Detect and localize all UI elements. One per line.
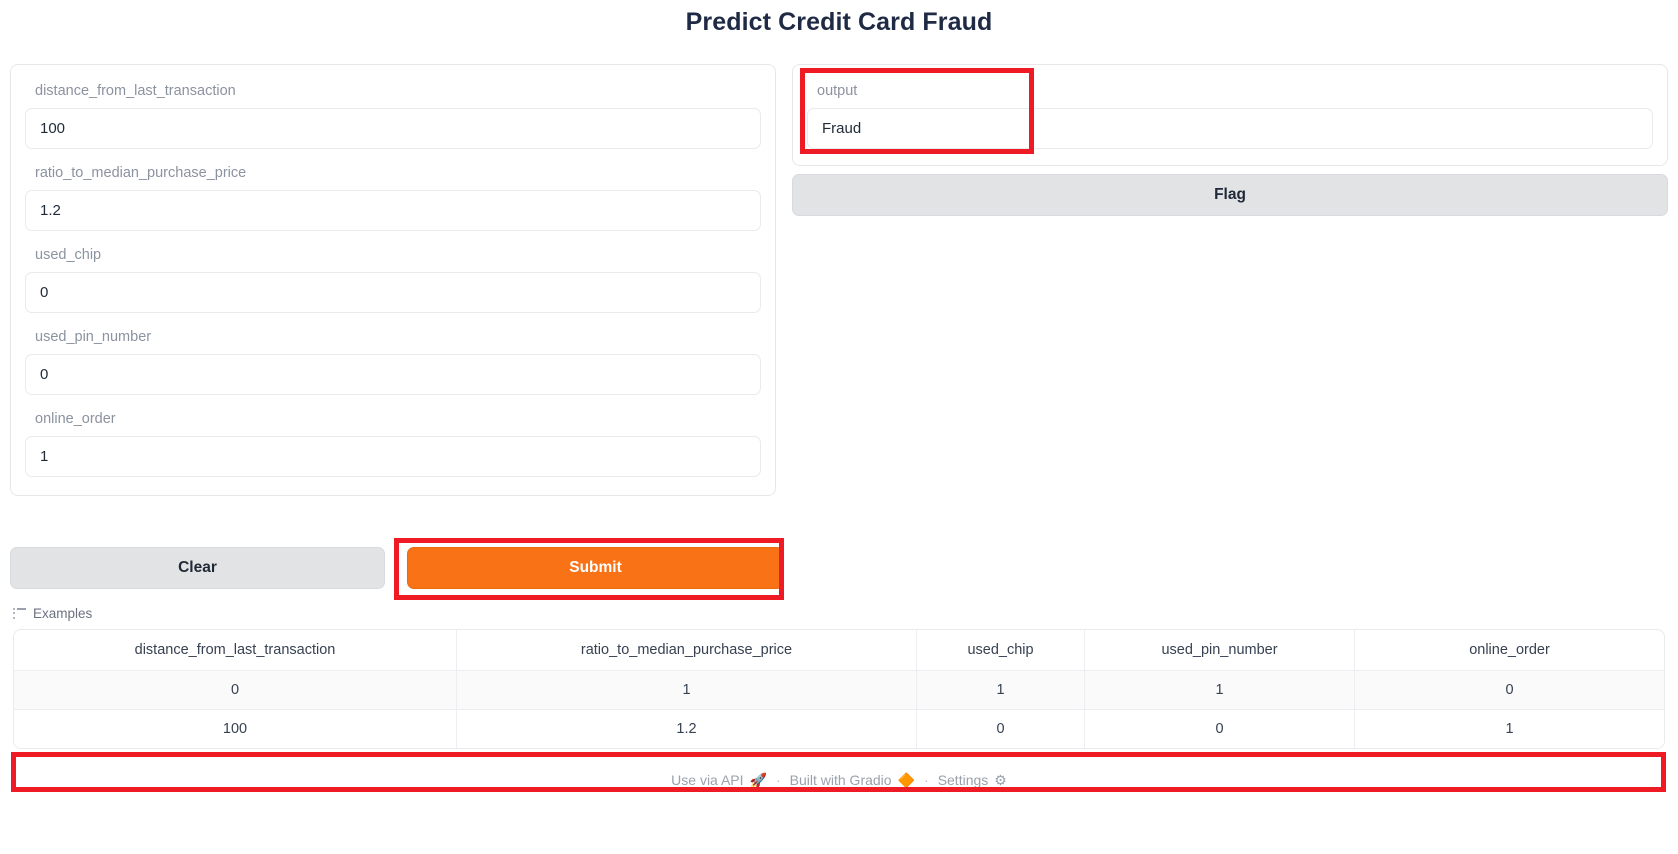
- gear-icon: ⚙: [994, 772, 1007, 788]
- output-label: output: [817, 83, 858, 99]
- inputs-column: distance_from_last_transaction 100 ratio…: [10, 64, 776, 496]
- cell-distance-from-last-transaction[interactable]: 0: [14, 670, 456, 709]
- examples-heading: Examples: [13, 606, 92, 621]
- table-row[interactable]: 0 1 1 1 0: [14, 670, 1664, 709]
- examples-table-body: 0 1 1 1 0 100 1.2 0 0 1: [14, 670, 1664, 748]
- used-chip-input[interactable]: 0: [25, 272, 761, 313]
- footer-separator: ·: [775, 772, 781, 788]
- gradio-logo-icon: 🔶: [897, 772, 916, 788]
- cell-used-chip[interactable]: 1: [916, 670, 1084, 709]
- cell-used-pin-number[interactable]: 0: [1084, 709, 1354, 748]
- field-online-order: online_order 1: [25, 409, 761, 477]
- column-header-ratio-to-median-purchase-price: ratio_to_median_purchase_price: [456, 630, 916, 670]
- built-with-gradio-label: Built with Gradio: [789, 772, 892, 788]
- submit-button[interactable]: Submit: [407, 547, 784, 589]
- inputs-panel: distance_from_last_transaction 100 ratio…: [10, 64, 776, 496]
- column-header-distance-from-last-transaction: distance_from_last_transaction: [134, 642, 336, 658]
- cell-used-pin-number[interactable]: 1: [1084, 670, 1354, 709]
- field-used-pin-number: used_pin_number 0: [25, 327, 761, 395]
- examples-table: distance_from_last_transaction ratio_to_…: [13, 629, 1665, 749]
- field-label: used_chip: [35, 247, 102, 263]
- clear-button[interactable]: Clear: [10, 547, 385, 589]
- cell-online-order[interactable]: 1: [1354, 709, 1664, 748]
- field-distance-from-last-transaction: distance_from_last_transaction 100: [25, 81, 761, 149]
- cell-ratio-to-median-purchase-price[interactable]: 1: [456, 670, 916, 709]
- field-used-chip: used_chip 0: [25, 245, 761, 313]
- output-value: Fraud: [807, 108, 1653, 149]
- cell-online-order[interactable]: 0: [1354, 670, 1664, 709]
- field-label: used_pin_number: [35, 329, 152, 345]
- field-label: ratio_to_median_purchase_price: [35, 165, 247, 181]
- footer-separator: ·: [924, 772, 929, 788]
- column-header-used-chip: used_chip: [916, 630, 1084, 670]
- built-with-gradio-link[interactable]: Built with Gradio 🔶: [790, 772, 915, 788]
- table-row[interactable]: 100 1.2 0 0 1: [14, 709, 1664, 748]
- cell-used-chip[interactable]: 0: [916, 709, 1084, 748]
- action-buttons-row: Clear Submit: [10, 547, 784, 589]
- column-header-used-pin-number: used_pin_number: [1084, 630, 1354, 670]
- flag-button-wrap: Flag: [792, 174, 1668, 216]
- rocket-icon: 🚀: [749, 772, 767, 788]
- column-header-online-order: online_order: [1354, 630, 1664, 670]
- table-header-row: distance_from_last_transaction ratio_to_…: [14, 630, 1664, 670]
- list-icon: [13, 607, 26, 619]
- flag-button[interactable]: Flag: [792, 174, 1668, 216]
- gradio-app-page: Predict Credit Card Fraud distance_from_…: [0, 0, 1678, 854]
- use-via-api-label: Use via API: [671, 772, 744, 788]
- use-via-api-link[interactable]: Use via API 🚀: [671, 772, 767, 788]
- distance-from-last-transaction-input[interactable]: 100: [25, 108, 761, 149]
- field-ratio-to-median-purchase-price: ratio_to_median_purchase_price 1.2: [25, 163, 761, 231]
- online-order-input[interactable]: 1: [25, 436, 761, 477]
- settings-label: Settings: [937, 772, 989, 788]
- examples-table-head: distance_from_last_transaction ratio_to_…: [14, 630, 1664, 670]
- examples-label: Examples: [33, 606, 93, 621]
- ratio-to-median-purchase-price-input[interactable]: 1.2: [25, 190, 761, 231]
- cell-ratio-to-median-purchase-price[interactable]: 1.2: [456, 709, 916, 748]
- used-pin-number-input[interactable]: 0: [25, 354, 761, 395]
- page-title: Predict Credit Card Fraud: [685, 8, 993, 36]
- field-label: distance_from_last_transaction: [35, 83, 236, 99]
- cell-distance-from-last-transaction[interactable]: 100: [14, 709, 456, 748]
- footer: Use via API 🚀 · Built with Gradio 🔶 · Se…: [0, 772, 1678, 788]
- settings-link[interactable]: Settings ⚙: [938, 772, 1007, 788]
- field-label: online_order: [35, 411, 116, 427]
- output-panel: output Fraud: [792, 64, 1668, 166]
- output-column: output Fraud: [792, 64, 1668, 166]
